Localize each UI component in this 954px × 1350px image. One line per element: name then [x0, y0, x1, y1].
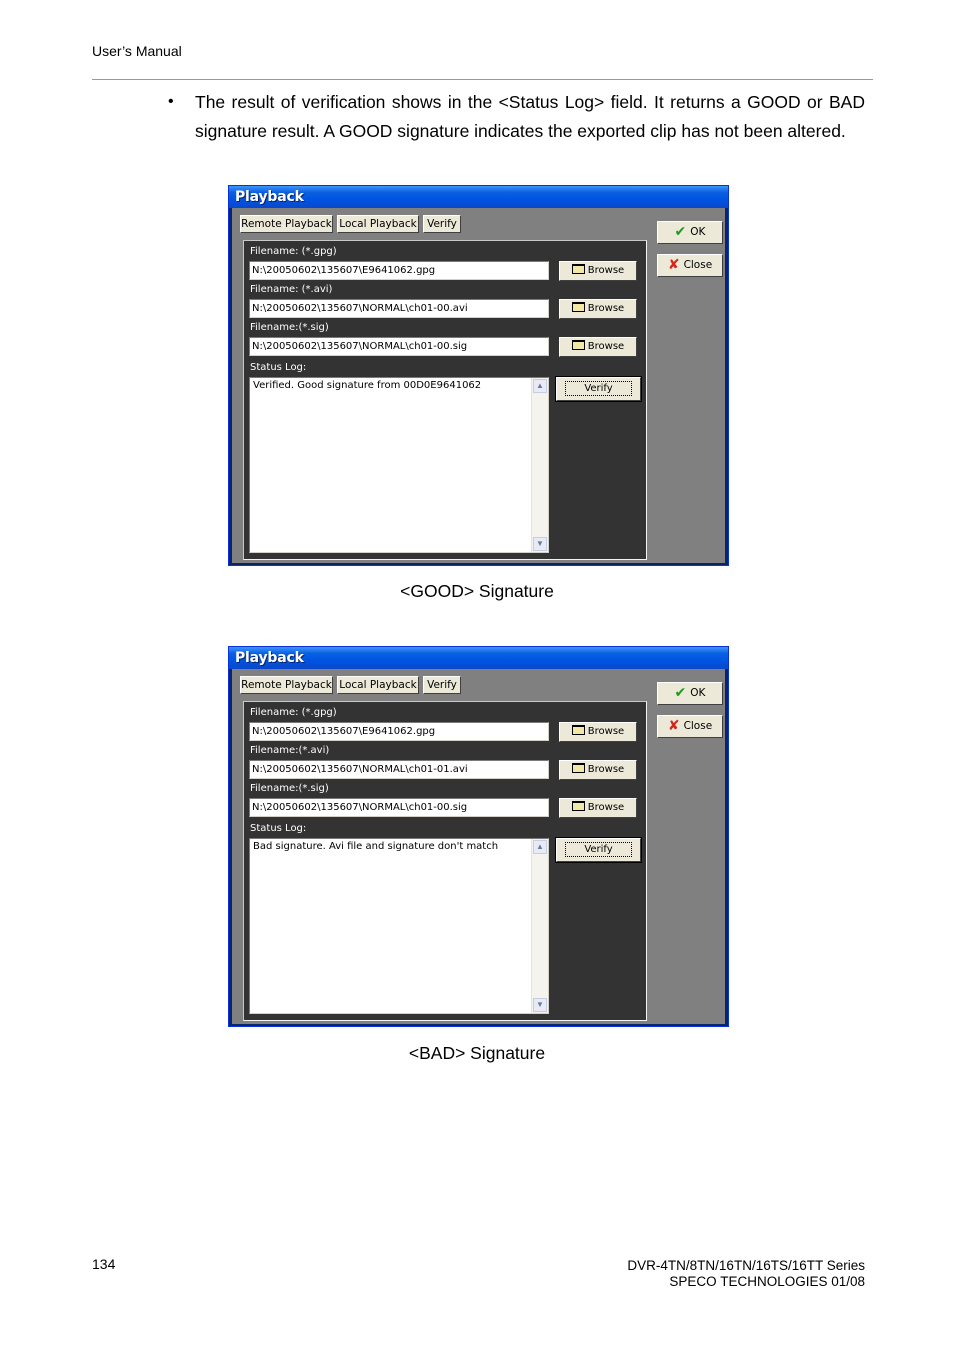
status-log-label: Status Log: — [250, 823, 307, 834]
status-log-textarea[interactable]: Verified. Good signature from 00D0E96410… — [249, 377, 549, 553]
gpg-browse-button[interactable]: Browse — [559, 261, 637, 281]
verify-label: Verify — [565, 381, 632, 396]
dialog-titlebar[interactable]: Playback — [229, 186, 728, 208]
vertical-scrollbar[interactable]: ▲ ▼ — [531, 378, 548, 552]
avi-label: Filename:(*.avi) — [250, 745, 330, 756]
footer-series: DVR-4TN/8TN/16TN/16TS/16TT Series — [627, 1258, 865, 1273]
gpg-filename-field[interactable]: N:\20050602\135607\E9641062.gpg — [249, 722, 549, 741]
good-signature-caption: <GOOD> Signature — [400, 581, 554, 601]
verify-panel: Filename: (*.gpg) N:\20050602\135607\E96… — [243, 240, 647, 560]
status-log-text: Bad signature. Avi file and signature do… — [253, 841, 499, 852]
bad-signature-caption: <BAD> Signature — [408, 1043, 546, 1063]
playback-dialog-good: Playback Remote Playback Local Playback … — [228, 185, 729, 566]
status-log-textarea[interactable]: Bad signature. Avi file and signature do… — [249, 838, 549, 1014]
folder-icon — [571, 264, 585, 274]
avi-browse-button[interactable]: Browse — [559, 299, 637, 319]
tab-remote-playback[interactable]: Remote Playback — [240, 676, 333, 694]
gpg-label: Filename: (*.gpg) — [250, 246, 337, 257]
verify-button[interactable]: Verify — [555, 376, 642, 402]
bullet-icon: • — [168, 93, 174, 110]
browse-label: Browse — [587, 726, 625, 737]
dialog-titlebar[interactable]: Playback — [229, 647, 728, 669]
sig-filename-field[interactable]: N:\20050602\135607\NORMAL\ch01-00.sig — [249, 798, 549, 817]
browse-label: Browse — [587, 341, 625, 352]
tab-verify[interactable]: Verify — [423, 215, 461, 233]
folder-icon — [571, 302, 585, 312]
dialog-title: Playback — [235, 650, 304, 666]
verify-button[interactable]: Verify — [555, 837, 642, 863]
close-icon: ✘ — [667, 257, 680, 273]
sig-label: Filename:(*.sig) — [250, 322, 329, 333]
folder-icon — [571, 725, 585, 735]
footer-company: SPECO TECHNOLOGIES 01/08 — [669, 1274, 865, 1289]
scroll-up-icon[interactable]: ▲ — [533, 840, 547, 854]
verify-panel: Filename: (*.gpg) N:\20050602\135607\E96… — [243, 701, 647, 1021]
browse-label: Browse — [587, 265, 625, 276]
ok-label: OK — [690, 226, 706, 238]
status-log-label: Status Log: — [250, 362, 307, 373]
browse-label: Browse — [587, 303, 625, 314]
sig-browse-button[interactable]: Browse — [559, 337, 637, 357]
close-icon: ✘ — [667, 718, 680, 734]
scroll-down-icon[interactable]: ▼ — [533, 998, 547, 1012]
page-header: User’s Manual — [92, 43, 182, 59]
check-icon: ✔ — [674, 224, 687, 240]
gpg-filename-field[interactable]: N:\20050602\135607\E9641062.gpg — [249, 261, 549, 280]
avi-filename-field[interactable]: N:\20050602\135607\NORMAL\ch01-01.avi — [249, 760, 549, 779]
dialog-client: Remote Playback Local Playback Verify Fi… — [232, 669, 725, 1024]
verify-label: Verify — [565, 842, 632, 857]
header-divider — [92, 79, 873, 80]
tab-verify[interactable]: Verify — [423, 676, 461, 694]
ok-label: OK — [690, 687, 706, 699]
ok-button[interactable]: ✔ OK — [657, 682, 723, 705]
vertical-scrollbar[interactable]: ▲ ▼ — [531, 839, 548, 1013]
gpg-browse-button[interactable]: Browse — [559, 722, 637, 742]
folder-icon — [571, 340, 585, 350]
close-button[interactable]: ✘ Close — [657, 715, 723, 738]
avi-label: Filename: (*.avi) — [250, 284, 333, 295]
avi-filename-field[interactable]: N:\20050602\135607\NORMAL\ch01-00.avi — [249, 299, 549, 318]
footer-info: DVR-4TN/8TN/16TN/16TS/16TT Series SPECO … — [627, 1258, 865, 1290]
status-log-text: Verified. Good signature from 00D0E96410… — [253, 380, 482, 391]
ok-button[interactable]: ✔ OK — [657, 221, 723, 244]
folder-icon — [571, 763, 585, 773]
browse-label: Browse — [587, 764, 625, 775]
sig-filename-field[interactable]: N:\20050602\135607\NORMAL\ch01-00.sig — [249, 337, 549, 356]
dialog-client: Remote Playback Local Playback Verify Fi… — [232, 208, 725, 563]
bullet-paragraph: The result of verification shows in the … — [195, 92, 865, 141]
close-label: Close — [683, 720, 713, 732]
avi-browse-button[interactable]: Browse — [559, 760, 637, 780]
tab-local-playback[interactable]: Local Playback — [337, 215, 419, 233]
page-number: 134 — [92, 1256, 116, 1272]
dialog-title: Playback — [235, 189, 304, 205]
close-button[interactable]: ✘ Close — [657, 254, 723, 277]
close-label: Close — [683, 259, 713, 271]
browse-label: Browse — [587, 802, 625, 813]
scroll-down-icon[interactable]: ▼ — [533, 537, 547, 551]
gpg-label: Filename: (*.gpg) — [250, 707, 337, 718]
scroll-up-icon[interactable]: ▲ — [533, 379, 547, 393]
playback-dialog-bad: Playback Remote Playback Local Playback … — [228, 646, 729, 1027]
folder-icon — [571, 801, 585, 811]
check-icon: ✔ — [674, 685, 687, 701]
sig-browse-button[interactable]: Browse — [559, 798, 637, 818]
tab-remote-playback[interactable]: Remote Playback — [240, 215, 333, 233]
tab-local-playback[interactable]: Local Playback — [337, 676, 419, 694]
sig-label: Filename:(*.sig) — [250, 783, 329, 794]
